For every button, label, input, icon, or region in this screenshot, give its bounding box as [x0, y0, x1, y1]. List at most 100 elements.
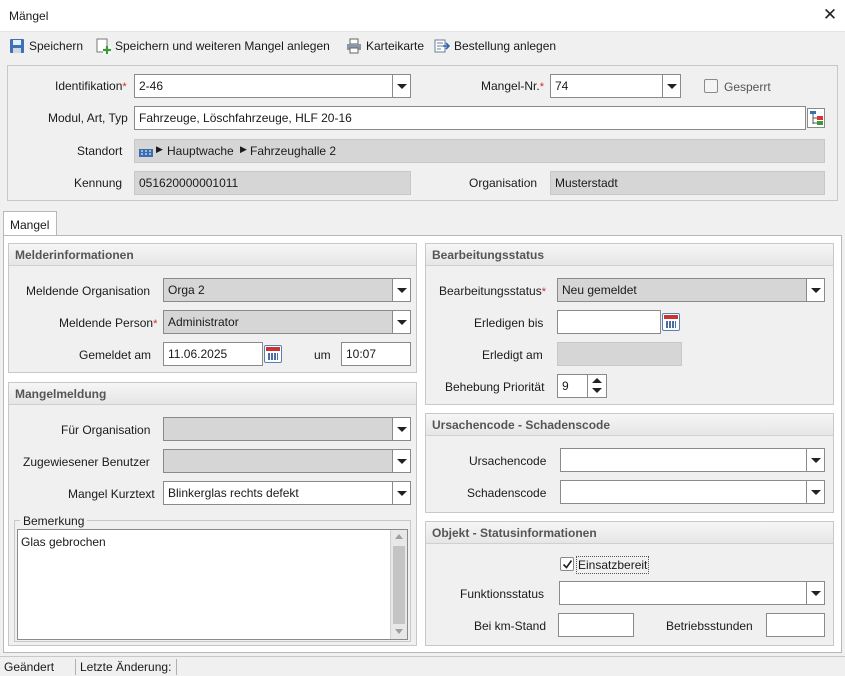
chevron-down-icon[interactable] — [806, 481, 824, 503]
hours-label: Betriebsstunden — [666, 619, 753, 633]
tab-mangel-label: Mangel — [10, 218, 50, 232]
status-value: Neu gemeldet — [562, 283, 637, 297]
save-label: Speichern — [29, 39, 84, 53]
chevron-down-icon[interactable] — [392, 279, 410, 301]
tree-select-icon[interactable] — [807, 108, 825, 128]
melder-person-label: Meldende Person* — [59, 316, 158, 330]
modul-field[interactable]: Fahrzeuge, Löschfahrzeuge, HLF 20-16 — [134, 106, 806, 130]
ident-value: 2-46 — [139, 79, 164, 93]
card-label: Karteikarte — [366, 39, 425, 53]
group-mangel-title: Mangelmeldung — [15, 387, 107, 401]
due-field[interactable] — [557, 310, 661, 334]
stepper-up-icon[interactable] — [592, 378, 602, 383]
chevron-down-icon[interactable] — [392, 482, 410, 504]
short-text-value: Blinkerglas rechts defekt — [168, 486, 299, 500]
melder-person-value: Administrator — [168, 315, 239, 329]
status-bar: Geändert Letzte Änderung: — [0, 656, 845, 676]
save-and-new-button[interactable]: Speichern und weiteren Mangel anlegen — [95, 34, 330, 58]
hours-field[interactable] — [766, 613, 825, 637]
stepper-down-icon[interactable] — [592, 388, 602, 393]
reported-date-value: 11.06.2025 — [168, 347, 228, 361]
scroll-up-icon[interactable] — [395, 534, 403, 539]
ident-combo[interactable]: 2-46 — [134, 74, 411, 98]
damage-combo[interactable] — [560, 480, 825, 504]
cause-label: Ursachencode — [469, 454, 547, 468]
status-separator — [176, 659, 177, 675]
chevron-down-icon[interactable] — [392, 418, 410, 440]
chevron-down-icon[interactable] — [392, 311, 410, 333]
ready-label[interactable]: Einsatzbereit — [576, 556, 650, 574]
status-label: Bearbeitungsstatus* — [439, 284, 547, 298]
card-button[interactable]: Karteikarte — [346, 34, 424, 58]
kennung-label: Kennung — [74, 176, 123, 190]
short-text-label: Mangel Kurztext — [68, 487, 155, 501]
remark-legend: Bemerkung — [20, 514, 88, 528]
order-icon — [434, 39, 450, 53]
checkmark-icon — [562, 560, 573, 569]
mangel-nr-combo[interactable]: 74 — [550, 74, 681, 98]
group-status-title: Bearbeitungsstatus — [432, 248, 545, 262]
org-field: Musterstadt — [550, 171, 825, 195]
chevron-down-icon[interactable] — [662, 75, 680, 97]
melder-org-combo[interactable]: Orga 2 — [163, 278, 411, 302]
printer-icon — [347, 38, 361, 54]
mangel-nr-value: 74 — [555, 79, 569, 93]
org-label: Organisation — [469, 176, 538, 190]
remark-scrollbar[interactable] — [390, 530, 407, 639]
cause-combo[interactable] — [560, 448, 825, 472]
priority-stepper[interactable]: 9 — [557, 374, 607, 398]
tab-mangel[interactable]: Mangel — [3, 211, 57, 236]
chevron-down-icon[interactable] — [806, 279, 824, 301]
melder-org-label: Meldende Organisation — [26, 284, 151, 298]
calendar-icon[interactable] — [662, 313, 680, 331]
building-icon — [139, 149, 153, 157]
calendar-icon[interactable] — [264, 345, 282, 363]
chevron-down-icon[interactable] — [806, 582, 824, 604]
chevron-down-icon[interactable] — [806, 449, 824, 471]
short-text-combo[interactable]: Blinkerglas rechts defekt — [163, 481, 411, 505]
modul-value: Fahrzeuge, Löschfahrzeuge, HLF 20-16 — [139, 111, 352, 125]
reported-time-field[interactable]: 10:07 — [341, 342, 411, 366]
reported-time-value: 10:07 — [346, 347, 377, 361]
due-label: Erledigen bis — [474, 316, 544, 330]
status-separator — [75, 659, 76, 675]
remark-textarea[interactable]: Glas gebrochen — [17, 529, 408, 640]
remark-value: Glas gebrochen — [21, 535, 106, 549]
ready-checkbox[interactable] — [560, 557, 574, 571]
reported-time-label: um — [314, 348, 331, 362]
scroll-down-icon[interactable] — [395, 629, 403, 634]
for-org-label: Für Organisation — [61, 423, 151, 437]
org-value: Musterstadt — [555, 176, 618, 190]
melder-person-combo[interactable]: Administrator — [163, 310, 411, 334]
standort-part-2: Fahrzeughalle 2 — [250, 144, 337, 158]
kennung-field: 051620000001011 — [134, 171, 411, 195]
assigned-user-label: Zugewiesener Benutzer — [23, 455, 150, 469]
status-combo[interactable]: Neu gemeldet — [557, 278, 825, 302]
scroll-thumb[interactable] — [393, 546, 405, 624]
priority-label: Behebung Priorität — [445, 380, 545, 394]
mangel-nr-label: Mangel-Nr.* — [481, 79, 544, 93]
reported-date-field[interactable]: 11.06.2025 — [163, 342, 263, 366]
status-changed: Geändert — [4, 660, 55, 674]
standort-breadcrumb: ▶ Hauptwache ▶ Fahrzeughalle 2 — [134, 139, 825, 163]
save-button[interactable]: Speichern — [9, 34, 83, 58]
for-org-combo[interactable] — [163, 417, 411, 441]
save-and-new-label: Speichern und weiteren Mangel anlegen — [115, 39, 330, 53]
order-button[interactable]: Bestellung anlegen — [434, 34, 556, 58]
chevron-down-icon[interactable] — [392, 450, 410, 472]
group-objekt-title: Objekt - Statusinformationen — [432, 526, 597, 540]
chevron-right-icon: ▶ — [240, 144, 247, 154]
window-title: Mängel — [9, 9, 49, 23]
group-codes-title: Ursachencode - Schadenscode — [432, 418, 611, 432]
assigned-user-combo[interactable] — [163, 449, 411, 473]
close-icon[interactable]: ✕ — [820, 4, 840, 26]
standort-part-1: Hauptwache — [167, 144, 234, 158]
locked-checkbox[interactable] — [704, 79, 718, 93]
done-label: Erledigt am — [482, 348, 543, 362]
chevron-right-icon: ▶ — [156, 144, 163, 154]
func-status-combo[interactable] — [559, 581, 825, 605]
order-label: Bestellung anlegen — [454, 39, 557, 53]
chevron-down-icon[interactable] — [392, 75, 410, 97]
damage-label: Schadenscode — [467, 486, 547, 500]
km-field[interactable] — [558, 613, 634, 637]
